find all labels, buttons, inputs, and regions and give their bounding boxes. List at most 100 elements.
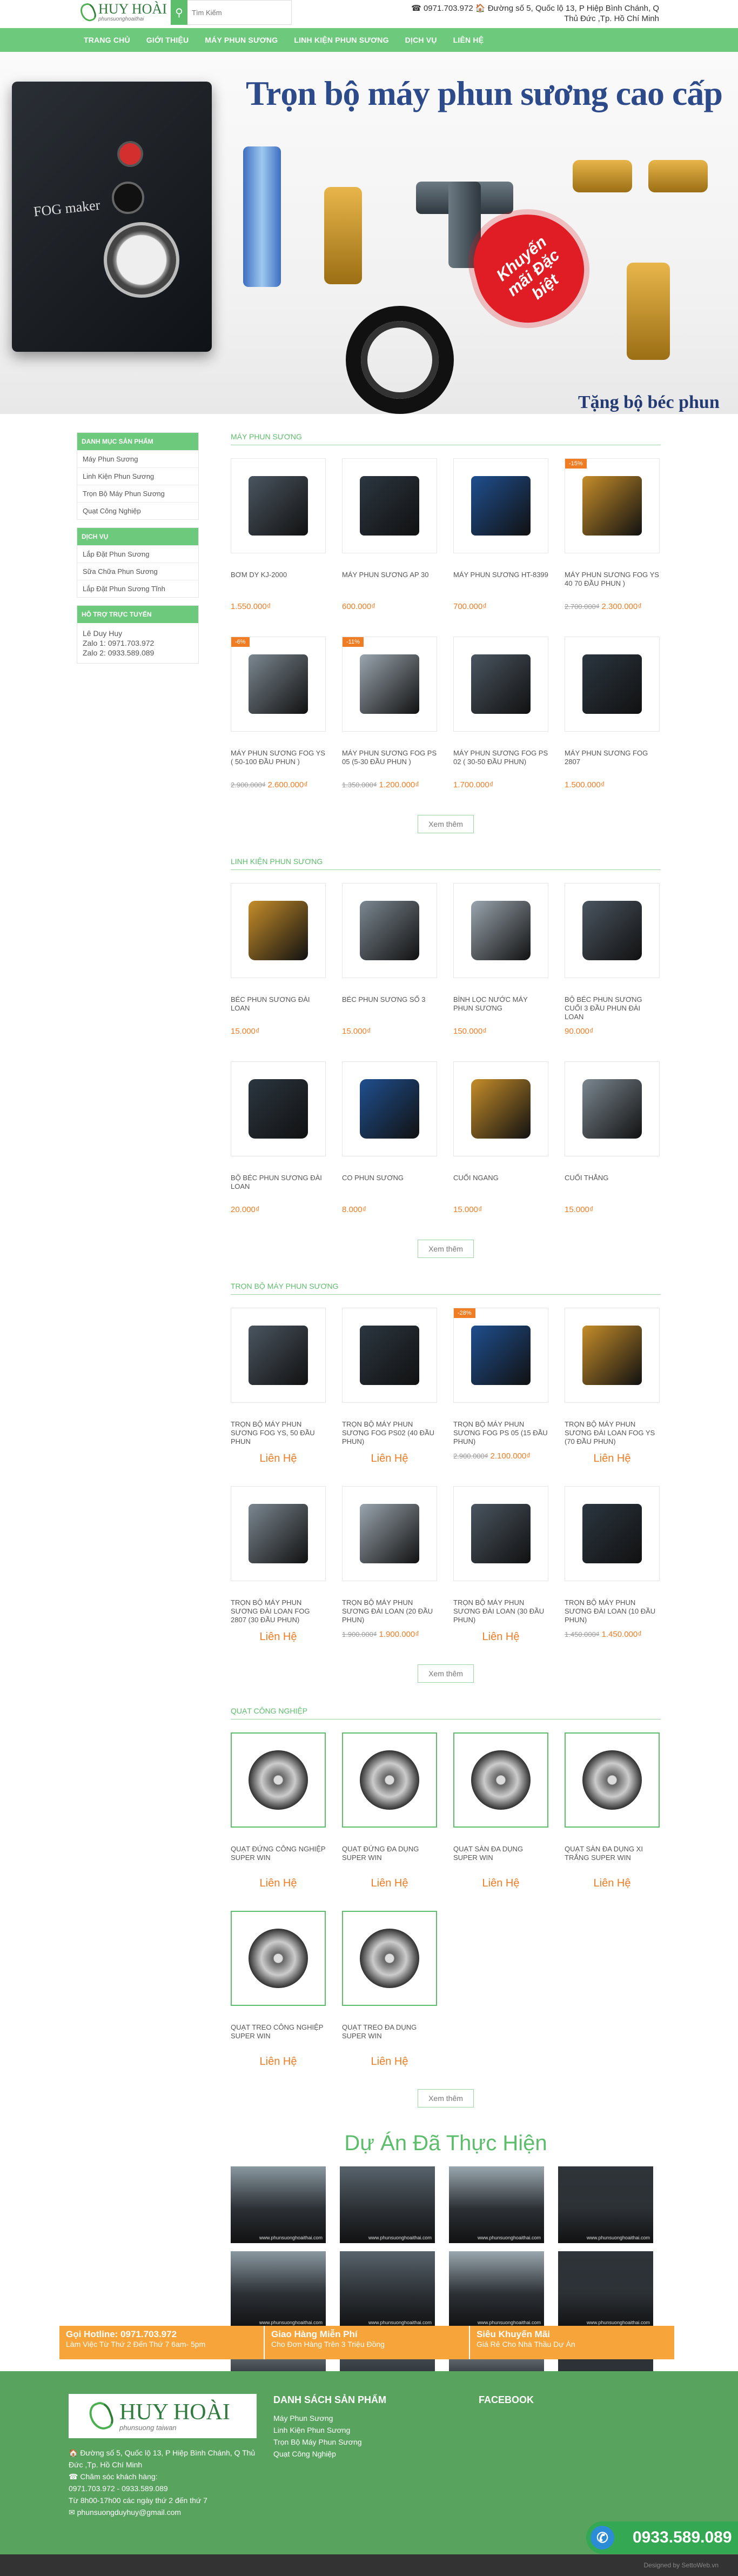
nav-item-4[interactable]: DỊCH VỤ [397,36,445,44]
product-name[interactable]: MÁY PHUN SƯƠNG FOG 2807 [565,749,660,775]
product-card[interactable]: QUẠT SÀN ĐA DỤNG XI TRẮNG SUPER WIN Liên … [565,1732,660,1911]
project-image[interactable]: www.phunsuonghoaithai.com [449,2166,544,2243]
product-card[interactable]: TRỌN BỘ MÁY PHUN SƯƠNG ĐÀI LOAN (20 ĐẦU … [342,1486,437,1664]
product-image[interactable] [453,1732,548,1828]
search-input[interactable] [187,0,292,25]
project-image[interactable]: www.phunsuonghoaithai.com [558,2251,653,2328]
view-more-button[interactable]: Xem thêm [418,1664,474,1683]
product-image[interactable] [342,883,437,978]
product-card[interactable]: BÉC PHUN SƯƠNG SỐ 3 15.000₫ [342,883,437,1061]
nav-item-0[interactable]: TRANG CHỦ [76,36,138,44]
hotline-button[interactable]: ✆ 0933.589.089 [586,2521,738,2554]
view-more-button[interactable]: Xem thêm [418,2089,474,2107]
contact-price[interactable]: Liên Hệ [231,1631,326,1643]
site-logo[interactable]: HUY HOÀI phunsuonghoaithai [78,1,167,23]
product-image[interactable] [342,1308,437,1403]
product-name[interactable]: TRỌN BỘ MÁY PHUN SƯƠNG ĐÀI LOAN FOG 2807… [231,1598,326,1624]
product-card[interactable]: CO PHUN SƯƠNG 8.000₫ [342,1061,437,1240]
footer-product-link[interactable]: Máy Phun Sương [273,2412,386,2424]
product-name[interactable]: BÉC PHUN SƯƠNG SỐ 3 [342,995,437,1021]
product-card[interactable]: BÉC PHUN SƯƠNG ĐÀI LOAN 15.000₫ [231,883,326,1061]
nav-item-1[interactable]: GIỚI THIỆU [138,36,197,44]
product-name[interactable]: QUẠT SÀN ĐA DỤNG XI TRẮNG SUPER WIN [565,1845,660,1871]
contact-price[interactable]: Liên Hệ [342,1453,437,1465]
product-image[interactable] [231,1486,326,1581]
sidebar-service-item[interactable]: Sữa Chữa Phun Sương [77,563,198,580]
project-image[interactable]: www.phunsuonghoaithai.com [558,2166,653,2243]
contact-price[interactable]: Liên Hệ [342,1877,437,1890]
product-card[interactable]: BỘ BÉC PHUN SƯƠNG CUỐI 3 ĐẦU PHUN ĐÀI LO… [565,883,660,1061]
sidebar-category-item[interactable]: Quạt Công Nghiệp [77,502,198,519]
product-image[interactable] [342,1061,437,1156]
footer-email[interactable]: ✉ phunsuongduyhuy@gmail.com [69,2506,263,2518]
product-image[interactable] [342,1911,437,2006]
product-image[interactable] [565,1732,660,1828]
product-name[interactable]: MÁY PHUN SƯƠNG FOG PS 05 (5-30 ĐẦU PHUN … [342,749,437,775]
product-card[interactable]: CUỐI THẲNG 15.000₫ [565,1061,660,1240]
nav-item-3[interactable]: LINH KIỆN PHUN SƯƠNG [286,36,397,44]
footer-logo[interactable]: HUY HOÀI phunsuong taiwan [69,2394,257,2438]
product-image[interactable] [342,1486,437,1581]
product-image[interactable]: -6% [231,637,326,732]
product-image[interactable] [342,1732,437,1828]
project-image[interactable]: www.phunsuonghoaithai.com [231,2166,326,2243]
product-name[interactable]: BÉC PHUN SƯƠNG ĐÀI LOAN [231,995,326,1021]
product-name[interactable]: QUẠT ĐỨNG CÔNG NGHIỆP SUPER WIN [231,1845,326,1871]
sidebar-service-item[interactable]: Lắp Đặt Phun Sương [77,545,198,563]
product-name[interactable]: QUẠT SÀN ĐA DỤNG SUPER WIN [453,1845,548,1871]
sidebar-category-item[interactable]: Máy Phun Sương [77,450,198,467]
product-image[interactable]: -15% [565,458,660,553]
contact-price[interactable]: Liên Hệ [565,1877,660,1890]
product-name[interactable]: QUẠT ĐỨNG ĐA DỤNG SUPER WIN [342,1845,437,1871]
product-name[interactable]: MÁY PHUN SƯƠNG FOG PS 02 ( 30-50 ĐẦU PHU… [453,749,548,775]
product-name[interactable]: TRỌN BỘ MÁY PHUN SƯƠNG ĐÀI LOAN (10 ĐẦU … [565,1598,660,1624]
product-card[interactable]: -28% TRỌN BỘ MÁY PHUN SƯƠNG FOG PS 05 (15… [453,1308,548,1486]
product-card[interactable]: QUẠT ĐỨNG ĐA DỤNG SUPER WIN Liên Hệ [342,1732,437,1911]
contact-price[interactable]: Liên Hệ [231,1453,326,1465]
product-image[interactable]: -28% [453,1308,548,1403]
footer-product-link[interactable]: Trọn Bộ Máy Phun Sương [273,2436,386,2448]
product-card[interactable]: QUẠT TREO ĐA DỤNG SUPER WIN Liên Hệ [342,1911,437,2089]
product-image[interactable] [231,883,326,978]
product-image[interactable] [565,1486,660,1581]
product-name[interactable]: BỘ BÉC PHUN SƯƠNG ĐÀI LOAN [231,1174,326,1200]
product-name[interactable]: BƠM DY KJ-2000 [231,571,326,597]
product-image[interactable] [565,1061,660,1156]
product-image[interactable] [565,883,660,978]
product-card[interactable]: TRỌN BỘ MÁY PHUN SƯƠNG FOG YS, 50 ĐẦU PH… [231,1308,326,1486]
footer-product-link[interactable]: Linh Kiện Phun Sương [273,2424,386,2436]
product-name[interactable]: TRỌN BỘ MÁY PHUN SƯƠNG FOG PS 05 (15 ĐẦU… [453,1420,548,1446]
product-card[interactable]: TRỌN BỘ MÁY PHUN SƯƠNG ĐÀI LOAN FOG YS (… [565,1308,660,1486]
product-name[interactable]: BỘ BÉC PHUN SƯƠNG CUỐI 3 ĐẦU PHUN ĐÀI LO… [565,995,660,1021]
product-image[interactable] [231,1911,326,2006]
product-name[interactable]: QUẠT TREO CÔNG NGHIỆP SUPER WIN [231,2023,326,2049]
product-name[interactable]: MÁY PHUN SƯƠNG HT-8399 [453,571,548,597]
contact-price[interactable]: Liên Hệ [453,1877,548,1890]
nav-item-5[interactable]: LIÊN HỆ [445,36,492,44]
product-name[interactable]: TRỌN BỘ MÁY PHUN SƯƠNG ĐÀI LOAN (30 ĐẦU … [453,1598,548,1624]
search-button[interactable]: ⚲ [171,0,187,25]
product-card[interactable]: MÁY PHUN SƯƠNG HT-8399 700.000₫ [453,458,548,637]
contact-price[interactable]: Liên Hệ [565,1453,660,1465]
section-title[interactable]: QUẠT CÔNG NGHIỆP [231,1707,661,1719]
product-card[interactable]: -11% MÁY PHUN SƯƠNG FOG PS 05 (5-30 ĐẦU P… [342,637,437,815]
product-card[interactable]: CUỐI NGANG 15.000₫ [453,1061,548,1240]
product-image[interactable] [231,1061,326,1156]
section-title[interactable]: LINH KIỆN PHUN SƯƠNG [231,857,661,870]
nav-item-2[interactable]: MÁY PHUN SƯƠNG [197,36,286,44]
product-image[interactable] [231,458,326,553]
product-name[interactable]: BÌNH LỌC NƯỚC MÁY PHUN SƯƠNG [453,995,548,1021]
product-image[interactable] [565,1308,660,1403]
product-card[interactable]: QUẠT ĐỨNG CÔNG NGHIỆP SUPER WIN Liên Hệ [231,1732,326,1911]
product-image[interactable] [453,458,548,553]
sidebar-category-item[interactable]: Linh Kiện Phun Sương [77,467,198,485]
product-card[interactable]: -6% MÁY PHUN SƯƠNG FOG YS ( 50-100 ĐẦU PH… [231,637,326,815]
contact-price[interactable]: Liên Hệ [453,1631,548,1643]
product-card[interactable]: MÁY PHUN SƯƠNG FOG PS 02 ( 30-50 ĐẦU PHU… [453,637,548,815]
product-card[interactable]: TRỌN BỘ MÁY PHUN SƯƠNG ĐÀI LOAN FOG 2807… [231,1486,326,1664]
product-name[interactable]: QUẠT TREO ĐA DỤNG SUPER WIN [342,2023,437,2049]
product-name[interactable]: TRỌN BỘ MÁY PHUN SƯƠNG FOG YS, 50 ĐẦU PH… [231,1420,326,1446]
product-card[interactable]: TRỌN BỘ MÁY PHUN SƯƠNG ĐÀI LOAN (30 ĐẦU … [453,1486,548,1664]
product-card[interactable]: TRỌN BỘ MÁY PHUN SƯƠNG FOG PS02 (40 ĐẦU … [342,1308,437,1486]
product-image[interactable]: -11% [342,637,437,732]
